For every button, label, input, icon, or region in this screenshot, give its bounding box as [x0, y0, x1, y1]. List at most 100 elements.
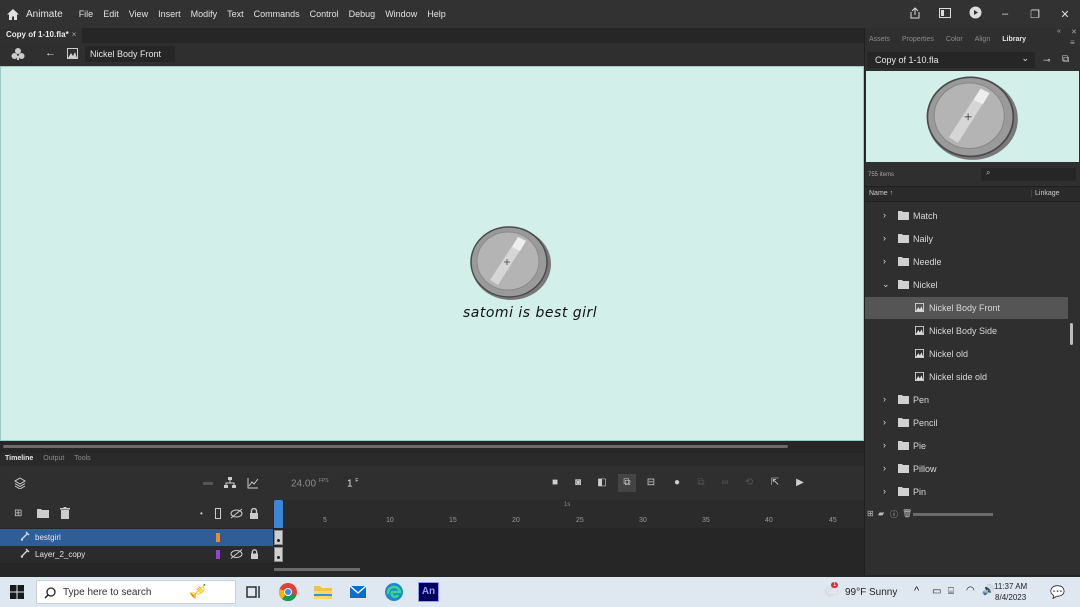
- timeline-scroll-thumb[interactable]: [274, 568, 360, 571]
- properties-icon[interactable]: ⓘ: [890, 509, 898, 520]
- network-icon[interactable]: ⌸: [948, 586, 954, 597]
- close-panel-icon[interactable]: ✕: [1071, 28, 1077, 36]
- menu-modify[interactable]: Modify: [191, 9, 218, 19]
- layer-color-swatch[interactable]: [216, 550, 220, 559]
- notifications-icon[interactable]: 💬: [1050, 585, 1065, 599]
- menu-text[interactable]: Text: [227, 9, 244, 19]
- menu-edit[interactable]: Edit: [103, 9, 119, 19]
- back-arrow-icon[interactable]: ←: [45, 47, 56, 59]
- camera-icon[interactable]: ▬: [202, 477, 214, 489]
- loop-icon[interactable]: ⟲: [743, 477, 755, 489]
- tab-close-icon[interactable]: ×: [72, 30, 77, 39]
- battery-icon[interactable]: ▭: [932, 586, 941, 597]
- minimize-icon[interactable]: –: [990, 8, 1020, 20]
- chevron-right-icon[interactable]: ›: [883, 463, 886, 473]
- document-tab[interactable]: Copy of 1-10.fla* ×: [0, 28, 83, 43]
- outline-layers-icon[interactable]: [215, 508, 221, 521]
- panel-menu-icon[interactable]: ≡: [1070, 38, 1075, 47]
- library-folder-pencil[interactable]: › Pencil: [865, 412, 1068, 434]
- wifi-icon[interactable]: ◠: [966, 585, 975, 596]
- taskbar-search-box[interactable]: Type here to search 🎺: [36, 580, 236, 604]
- keyframe[interactable]: [274, 530, 283, 545]
- onion-settings-icon[interactable]: ⊟: [645, 477, 657, 489]
- library-item-nickel-body-front[interactable]: Nickel Body Front: [865, 297, 1068, 319]
- tab-timeline[interactable]: Timeline: [0, 453, 38, 466]
- hide-all-icon[interactable]: [230, 508, 243, 521]
- test-movie-icon[interactable]: [960, 6, 990, 22]
- chevron-right-icon[interactable]: ›: [883, 256, 886, 266]
- layer-row-bestgirl[interactable]: bestgirl: [0, 529, 273, 546]
- onion-skin-icon[interactable]: ●: [671, 477, 683, 489]
- library-folder-needle[interactable]: › Needle: [865, 251, 1068, 273]
- play-icon[interactable]: ▶: [794, 477, 806, 489]
- column-linkage[interactable]: Linkage: [1031, 190, 1060, 197]
- new-library-panel-icon[interactable]: ⧉: [1062, 54, 1069, 65]
- chevron-right-icon[interactable]: ›: [883, 486, 886, 496]
- column-name[interactable]: Name ↑: [869, 190, 893, 197]
- menu-debug[interactable]: Debug: [349, 9, 376, 19]
- library-folder-nickel[interactable]: ⌄ Nickel: [865, 274, 1068, 296]
- volume-icon[interactable]: 🔊: [982, 585, 994, 596]
- chrome-icon[interactable]: [278, 582, 298, 602]
- pin-icon[interactable]: ⊸: [1043, 55, 1051, 66]
- library-item-nickel-side-old[interactable]: Nickel side old: [865, 366, 1068, 388]
- tab-align[interactable]: Align: [975, 36, 991, 50]
- tab-color[interactable]: Color: [946, 36, 963, 50]
- file-explorer-icon[interactable]: [313, 582, 333, 602]
- highlight-layers-icon[interactable]: •: [200, 509, 203, 518]
- snapshot-icon[interactable]: ◙: [572, 477, 584, 489]
- copy-frames-icon[interactable]: ⧉: [695, 477, 707, 489]
- layer-row-layer-2-copy[interactable]: Layer_2_copy: [0, 546, 273, 563]
- new-folder-icon[interactable]: [37, 508, 49, 520]
- new-folder-icon[interactable]: ▰: [878, 509, 884, 518]
- library-item-nickel-body-side[interactable]: Nickel Body Side: [865, 320, 1068, 342]
- library-folder-pin[interactable]: › Pin: [865, 481, 1068, 503]
- layer-frames-layer-2-copy[interactable]: [273, 546, 864, 563]
- lock-icon[interactable]: [250, 549, 259, 561]
- windows-start-icon[interactable]: [10, 585, 24, 599]
- nickel-coin-graphic[interactable]: [468, 225, 552, 301]
- edit-multiple-frames-icon[interactable]: ⧉: [618, 474, 636, 492]
- library-folder-naily[interactable]: › Naily: [865, 228, 1068, 250]
- layer-name[interactable]: bestgirl: [35, 533, 61, 542]
- tab-properties[interactable]: Properties: [902, 36, 934, 50]
- mail-icon[interactable]: [348, 582, 368, 602]
- stage-scroll-thumb[interactable]: [3, 445, 788, 448]
- weather-text[interactable]: 99°F Sunny: [845, 587, 897, 598]
- playhead[interactable]: [274, 500, 283, 528]
- graph-icon[interactable]: [247, 477, 259, 489]
- chevron-right-icon[interactable]: ›: [883, 210, 886, 220]
- layer-name[interactable]: Layer_2_copy: [35, 550, 85, 559]
- stop-icon[interactable]: ■: [549, 477, 561, 489]
- restore-icon[interactable]: ❐: [1020, 8, 1050, 21]
- menu-file[interactable]: File: [79, 9, 94, 19]
- library-folder-match[interactable]: › Match: [865, 205, 1068, 227]
- animate-app-icon[interactable]: An: [418, 582, 439, 602]
- edge-icon[interactable]: [384, 582, 404, 602]
- layer-frames-bestgirl[interactable]: [273, 529, 864, 546]
- layer-parenting-icon[interactable]: [224, 477, 236, 489]
- chevron-right-icon[interactable]: ›: [883, 440, 886, 450]
- show-hidden-icons-chevron-icon[interactable]: ^: [914, 585, 919, 597]
- lock-all-icon[interactable]: [249, 507, 259, 521]
- library-scroll-thumb[interactable]: [913, 513, 993, 516]
- link-icon[interactable]: ∞: [719, 477, 731, 489]
- fps-display[interactable]: 24.00 FPS: [291, 478, 329, 489]
- tab-library[interactable]: Library: [1002, 36, 1026, 50]
- layer-color-swatch[interactable]: [216, 533, 220, 542]
- library-file-select[interactable]: Copy of 1-10.fla ⌄: [867, 52, 1035, 68]
- library-item-nickel-old[interactable]: Nickel old: [865, 343, 1068, 365]
- library-folder-pillow[interactable]: › Pillow: [865, 458, 1068, 480]
- chevron-down-icon[interactable]: ⌄: [882, 279, 890, 290]
- menu-control[interactable]: Control: [310, 9, 339, 19]
- timeline-horizontal-scrollbar[interactable]: [0, 563, 864, 575]
- close-icon[interactable]: ✕: [1050, 8, 1080, 21]
- menu-help[interactable]: Help: [427, 9, 446, 19]
- delete-layer-icon[interactable]: [60, 507, 70, 521]
- layers-icon[interactable]: [14, 477, 26, 490]
- chevron-right-icon[interactable]: ›: [883, 417, 886, 427]
- edit-symbols-icon[interactable]: [11, 47, 25, 63]
- menu-view[interactable]: View: [129, 9, 148, 19]
- library-folder-pen[interactable]: › Pen: [865, 389, 1068, 411]
- frame-view-icon[interactable]: ◧: [596, 477, 608, 489]
